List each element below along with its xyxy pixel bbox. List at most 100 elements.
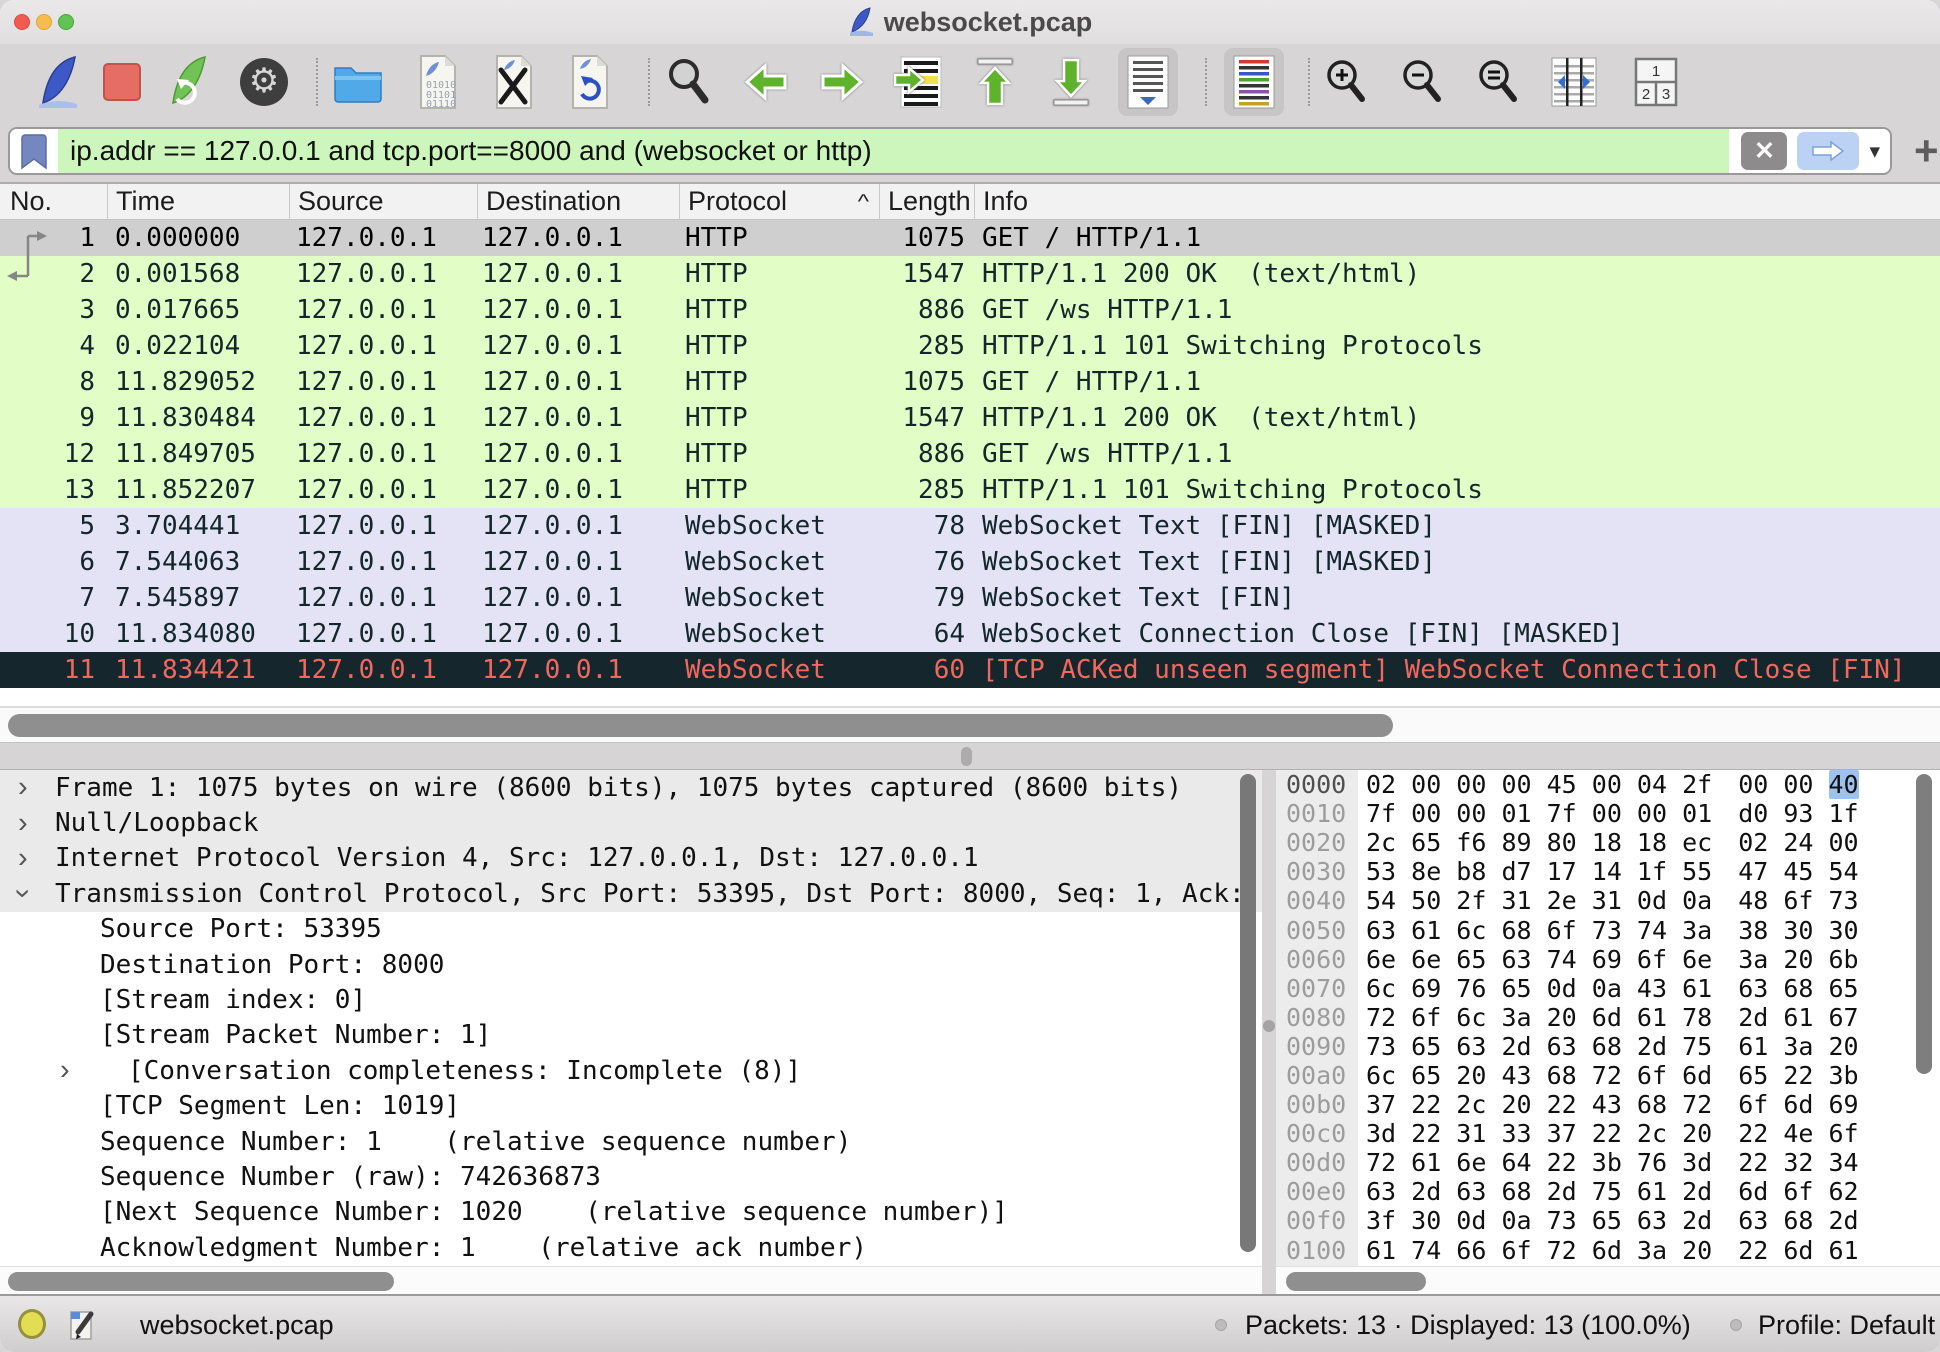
column-header-length[interactable]: Length [880,184,975,219]
column-header-protocol[interactable]: Protocol ^ [680,184,880,219]
packet-cell-info: WebSocket Text [FIN] [MASKED] [975,544,1940,580]
detail-hscrollbar-thumb[interactable] [8,1272,394,1291]
filter-apply-button[interactable] [1797,132,1859,170]
detail-line[interactable]: ›[Conversation completeness: Incomplete … [0,1053,1262,1088]
packet-row[interactable]: 911.830484127.0.0.1127.0.0.1HTTP1547HTTP… [0,400,1940,436]
capture-options-button[interactable]: ⚙ [240,58,288,106]
detail-line[interactable]: Source Port: 53395 [0,912,1262,947]
expand-chevron-icon[interactable]: › [18,809,28,838]
expand-chevron-icon[interactable]: › [18,844,28,873]
detail-line[interactable]: Acknowledgment Number: 1 (relative ack n… [0,1230,1262,1265]
splitter-handle-dot[interactable] [1263,1020,1275,1032]
packet-row[interactable]: 40.022104127.0.0.1127.0.0.1HTTP285HTTP/1… [0,328,1940,364]
packet-row[interactable]: 1111.834421127.0.0.1127.0.0.1WebSocket60… [0,652,1940,688]
detail-line[interactable]: ›Frame 1: 1075 bytes on wire (8600 bits)… [0,770,1262,805]
pane-splitter-horizontal[interactable] [0,742,1940,770]
detail-line[interactable]: Sequence Number (raw): 742636873 [0,1159,1262,1194]
detail-line[interactable]: ›Null/Loopback [0,805,1262,840]
zoom-reset-button[interactable] [1476,57,1520,107]
hex-bytes-left: 2c 65 f6 89 80 18 18 ec [1366,828,1712,857]
filter-clear-button[interactable]: ✕ [1741,132,1787,170]
filter-add-button[interactable]: + [1914,136,1939,166]
column-header-info[interactable]: Info [975,184,1940,219]
packet-row[interactable]: 67.544063127.0.0.1127.0.0.1WebSocket76We… [0,544,1940,580]
filter-bookmark-button[interactable] [10,129,58,173]
zoom-out-button[interactable] [1400,57,1444,107]
hex-row[interactable]: 00107f 00 00 01 7f 00 00 01d0 93 1f [1276,799,1940,828]
last-packet-button[interactable] [1052,57,1092,107]
hex-row[interactable]: 00606e 6e 65 63 74 69 6f 6e3a 20 6b [1276,945,1940,974]
hex-row[interactable]: 00202c 65 f6 89 80 18 18 ec02 24 00 [1276,828,1940,857]
status-profile[interactable]: Profile: Default [1758,1310,1935,1341]
packet-row[interactable]: 811.829052127.0.0.1127.0.0.1HTTP1075GET … [0,364,1940,400]
previous-packet-button[interactable] [743,62,789,102]
layout-button[interactable]: 1 2 3 [1634,57,1678,107]
next-packet-button[interactable] [819,62,865,102]
first-packet-button[interactable] [976,57,1016,107]
packet-row[interactable]: 77.545897127.0.0.1127.0.0.1WebSocket79We… [0,580,1940,616]
expand-chevron-icon[interactable]: › [60,1056,70,1085]
packet-row[interactable]: 20.001568127.0.0.1127.0.0.1HTTP1547HTTP/… [0,256,1940,292]
find-packet-button[interactable] [665,56,711,108]
packet-row[interactable]: 10.000000127.0.0.1127.0.0.1HTTP1075GET /… [0,220,1940,256]
toolbar-separator [316,58,318,106]
detail-line[interactable]: Sequence Number: 1 (relative sequence nu… [0,1124,1262,1159]
auto-scroll-button[interactable] [1118,48,1178,116]
restart-capture-button[interactable] [165,53,211,111]
detail-line[interactable]: [Next Sequence Number: 1020 (relative se… [0,1195,1262,1230]
splitter-handle[interactable] [961,747,972,766]
hex-row[interactable]: 00a06c 65 20 43 68 72 6f 6d65 22 3b [1276,1061,1940,1090]
packet-row[interactable]: 53.704441127.0.0.1127.0.0.1WebSocket78We… [0,508,1940,544]
packet-row[interactable]: 1211.849705127.0.0.1127.0.0.1HTTP886GET … [0,436,1940,472]
packet-cell-protocol: HTTP [680,292,880,328]
column-header-no[interactable]: No. [0,184,108,219]
detail-line[interactable]: [Stream index: 0] [0,982,1262,1017]
expert-info-icon[interactable] [18,1309,46,1339]
detail-line[interactable]: ›Internet Protocol Version 4, Src: 127.0… [0,841,1262,876]
save-file-button[interactable]: 01010 01101 01110 [416,54,460,110]
colorize-packets-button[interactable] [1224,48,1284,116]
open-file-button[interactable] [332,60,384,104]
detail-vscrollbar-thumb[interactable] [1240,774,1256,1252]
hex-row[interactable]: 004054 50 2f 31 2e 31 0d 0a48 6f 73 [1276,886,1940,915]
packet-list-hscrollbar-thumb[interactable] [8,714,1393,737]
column-header-time[interactable]: Time [108,184,290,219]
reload-file-button[interactable] [568,54,612,110]
detail-line[interactable]: ›Transmission Control Protocol, Src Port… [0,876,1262,911]
column-header-destination[interactable]: Destination [478,184,680,219]
go-to-packet-button[interactable] [893,55,943,109]
stop-capture-button[interactable] [101,61,143,103]
collapse-chevron-icon[interactable]: › [8,889,37,899]
hex-row[interactable]: 009073 65 63 2d 63 68 2d 7561 3a 20 [1276,1032,1940,1061]
start-capture-button[interactable] [35,53,81,111]
bytes-vscrollbar-thumb[interactable] [1916,774,1932,1074]
pane-splitter-vertical[interactable] [1262,770,1276,1294]
close-file-button[interactable] [492,54,536,110]
filter-dropdown-caret[interactable]: ▾ [1869,139,1880,164]
packet-row[interactable]: 1311.852207127.0.0.1127.0.0.1HTTP285HTTP… [0,472,1940,508]
resize-columns-button[interactable] [1550,56,1598,108]
display-filter-input[interactable]: ip.addr == 127.0.0.1 and tcp.port==8000 … [58,129,1729,173]
detail-line[interactable]: [TCP Segment Len: 1019] [0,1089,1262,1124]
hex-row[interactable]: 00f03f 30 0d 0a 73 65 63 2d63 68 2d [1276,1206,1940,1235]
detail-line[interactable]: [Stream Packet Number: 1] [0,1018,1262,1053]
hex-row[interactable]: 010061 74 66 6f 72 6d 3a 2022 6d 61 [1276,1236,1940,1265]
hex-row[interactable]: 003053 8e b8 d7 17 14 1f 5547 45 54 [1276,857,1940,886]
hex-row[interactable]: 00e063 2d 63 68 2d 75 61 2d6d 6f 62 [1276,1177,1940,1206]
hex-row[interactable]: 000002 00 00 00 45 00 04 2f00 00 40 [1276,770,1940,799]
expand-chevron-icon[interactable]: › [18,773,28,802]
hex-row[interactable]: 005063 61 6c 68 6f 73 74 3a38 30 30 [1276,915,1940,944]
bytes-hscrollbar-thumb[interactable] [1286,1272,1426,1291]
hex-row[interactable]: 008072 6f 6c 3a 20 6d 61 782d 61 67 [1276,1003,1940,1032]
packet-row[interactable]: 1011.834080127.0.0.1127.0.0.1WebSocket64… [0,616,1940,652]
hex-row[interactable]: 00d072 61 6e 64 22 3b 76 3d22 32 34 [1276,1148,1940,1177]
column-header-source[interactable]: Source [290,184,478,219]
hex-selected-byte[interactable]: 40 [1829,770,1859,799]
hex-row[interactable]: 00b037 22 2c 20 22 43 68 726f 6d 69 [1276,1090,1940,1119]
hex-row[interactable]: 00c03d 22 31 33 37 22 2c 2022 4e 6f [1276,1119,1940,1148]
zoom-in-button[interactable] [1324,57,1368,107]
packet-row[interactable]: 30.017665127.0.0.1127.0.0.1HTTP886GET /w… [0,292,1940,328]
hex-row[interactable]: 00706c 69 76 65 0d 0a 43 6163 68 65 [1276,974,1940,1003]
detail-line[interactable]: Destination Port: 8000 [0,947,1262,982]
edit-capture-comment-icon[interactable] [68,1308,98,1342]
